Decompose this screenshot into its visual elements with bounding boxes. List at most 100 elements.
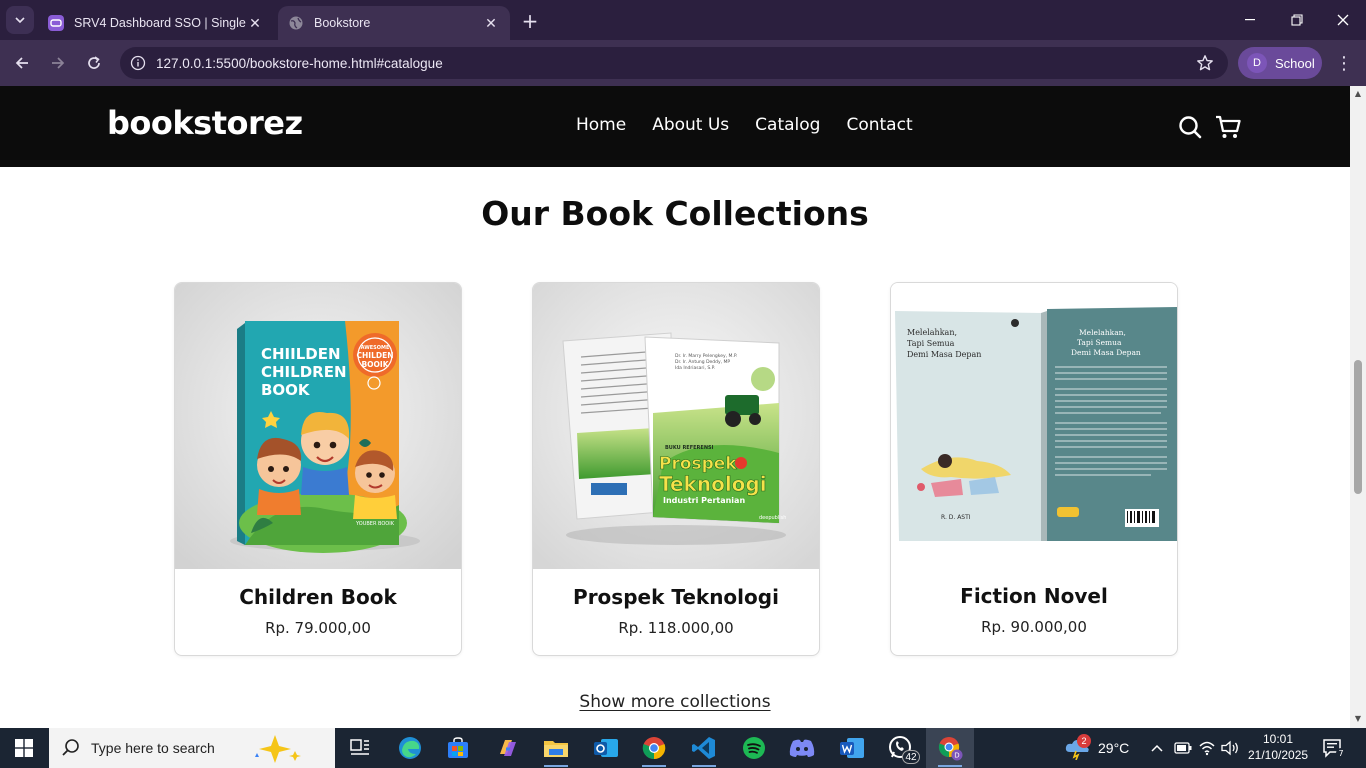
svg-text:Melelahkan,: Melelahkan, <box>1079 328 1126 337</box>
whatsapp-badge: 42 <box>902 750 920 764</box>
svg-text:Ida Indriasari, S.P.: Ida Indriasari, S.P. <box>675 365 715 371</box>
scroll-down-icon[interactable]: ▼ <box>1353 714 1363 724</box>
nav-contact[interactable]: Contact <box>846 115 912 135</box>
book-price: Rp. 79.000,00 <box>265 619 371 637</box>
svg-text:Melelahkan,: Melelahkan, <box>907 328 957 337</box>
tab-search-button[interactable] <box>6 6 34 34</box>
weather-temperature: 29°C <box>1098 740 1130 756</box>
weather-widget[interactable]: 2 29°C <box>1064 728 1129 768</box>
nav-catalog[interactable]: Catalog <box>755 115 820 135</box>
bookmark-star-icon[interactable] <box>1196 54 1214 76</box>
chevron-up-icon <box>1151 744 1163 752</box>
notifications-icon[interactable]: 7 <box>1322 728 1346 768</box>
tab-srv4-dashboard[interactable]: SRV4 Dashboard SSO | Single Si ✕ <box>38 6 274 40</box>
svg-text:Prospek: Prospek <box>659 454 737 474</box>
forward-button[interactable] <box>44 49 72 77</box>
copilot-sparkle-icon <box>254 735 301 763</box>
search-icon[interactable] <box>1177 114 1203 140</box>
book-cover-fiction-novel: Melelahkan, Tapi Semua Demi Masa Depan R… <box>891 283 1177 547</box>
show-hidden-icons[interactable] <box>1150 728 1164 768</box>
svg-text:YOUBER BOOIK: YOUBER BOOIK <box>355 521 395 527</box>
network-icon[interactable] <box>1198 728 1216 768</box>
svg-text:Tapi Semua: Tapi Semua <box>907 339 955 348</box>
start-button[interactable] <box>0 728 48 768</box>
svg-text:Industri Pertanian: Industri Pertanian <box>663 496 745 505</box>
svg-text:7: 7 <box>1338 749 1343 758</box>
profile-name: School <box>1275 55 1315 71</box>
site-logo[interactable]: bookstorez <box>107 104 303 142</box>
svg-text:BOOIK: BOOIK <box>361 360 389 369</box>
copilot-icon[interactable] <box>484 728 532 768</box>
scroll-up-icon[interactable]: ▲ <box>1353 89 1363 99</box>
tab-bookstore[interactable]: Bookstore ✕ <box>278 6 510 40</box>
chevron-down-icon <box>15 17 25 24</box>
page-scrollbar[interactable]: ▲ ▼ <box>1350 86 1366 728</box>
task-view-icon[interactable] <box>336 728 384 768</box>
svg-text:Tapi Semua: Tapi Semua <box>1077 338 1122 347</box>
file-explorer-icon[interactable] <box>532 728 580 768</box>
edge-icon[interactable] <box>386 728 434 768</box>
chrome-icon[interactable] <box>630 728 678 768</box>
discord-icon[interactable] <box>778 728 826 768</box>
arrow-left-icon <box>15 57 28 69</box>
taskbar-search-box[interactable]: Type here to search <box>49 728 335 768</box>
word-icon[interactable] <box>828 728 876 768</box>
microsoft-store-icon[interactable] <box>434 728 482 768</box>
spotify-icon[interactable] <box>730 728 778 768</box>
book-price: Rp. 90.000,00 <box>981 618 1087 636</box>
vscode-icon[interactable] <box>680 728 728 768</box>
new-tab-button[interactable]: + <box>518 9 542 33</box>
url-text: 127.0.0.1:5500/bookstore-home.html#catal… <box>156 55 443 71</box>
book-card-fiction-novel[interactable]: Melelahkan, Tapi Semua Demi Masa Depan R… <box>890 282 1178 656</box>
site-header: bookstorez Home About Us Catalog Contact <box>0 86 1350 167</box>
svg-text:CHIILDEN: CHIILDEN <box>261 345 341 363</box>
book-title: Fiction Novel <box>960 584 1108 608</box>
outlook-icon[interactable] <box>582 728 630 768</box>
weather-badge: 2 <box>1077 734 1091 748</box>
globe-icon <box>288 15 304 31</box>
book-title: Prospek Teknologi <box>573 585 779 609</box>
book-price: Rp. 118.000,00 <box>618 619 734 637</box>
collections-title: Our Book Collections <box>481 194 869 233</box>
profile-button[interactable]: D School <box>1238 47 1322 79</box>
minimize-icon[interactable] <box>1228 0 1274 40</box>
address-bar[interactable]: 127.0.0.1:5500/bookstore-home.html#catal… <box>120 47 1228 79</box>
svg-text:CHILDREN: CHILDREN <box>261 363 347 381</box>
tab-title: SRV4 Dashboard SSO | Single Si <box>74 16 246 30</box>
dashboard-favicon-icon <box>48 15 64 31</box>
system-clock[interactable]: 10:01 21/10/2025 <box>1248 731 1308 763</box>
page-viewport: bookstorez Home About Us Catalog Contact… <box>0 86 1350 728</box>
back-button[interactable] <box>8 49 36 77</box>
cart-icon[interactable] <box>1214 114 1241 140</box>
close-window-icon[interactable] <box>1320 0 1366 40</box>
show-more-link[interactable]: Show more collections <box>579 692 770 712</box>
windows-logo-icon <box>15 739 33 757</box>
close-tab-icon[interactable]: ✕ <box>246 14 264 32</box>
arrow-right-icon <box>52 57 65 69</box>
svg-text:R. D. ASTI: R. D. ASTI <box>941 514 971 521</box>
close-tab-icon[interactable]: ✕ <box>482 14 500 32</box>
chrome-profile-icon[interactable]: D <box>926 728 974 768</box>
scrollbar-thumb[interactable] <box>1354 360 1362 494</box>
book-title: Children Book <box>239 585 397 609</box>
search-icon <box>62 739 79 756</box>
volume-icon[interactable] <box>1220 728 1240 768</box>
book-cover-prospek-teknologi: Dr. Ir. Marry Pelengkey, M.P. Dr. Ir. An… <box>533 283 819 569</box>
browser-menu-icon[interactable]: ⋮ <box>1330 49 1358 77</box>
clock-date: 21/10/2025 <box>1248 748 1309 762</box>
show-more-section: Show more collections <box>0 692 1350 712</box>
restore-icon[interactable] <box>1274 0 1320 40</box>
search-placeholder: Type here to search <box>91 740 215 756</box>
svg-text:Demi Masa Depan: Demi Masa Depan <box>1071 348 1141 357</box>
battery-icon[interactable] <box>1174 728 1192 768</box>
book-card-prospek-teknologi[interactable]: Dr. Ir. Marry Pelengkey, M.P. Dr. Ir. An… <box>532 282 820 656</box>
book-card-children[interactable]: AWESOME CHILDEN BOOIK CHIILDEN CHILDREN … <box>174 282 462 656</box>
whatsapp-icon[interactable]: 42 <box>876 728 924 768</box>
nav-about-us[interactable]: About Us <box>652 115 729 135</box>
site-info-icon[interactable] <box>120 55 156 71</box>
svg-text:Teknologi: Teknologi <box>659 472 767 496</box>
reload-button[interactable] <box>80 49 108 77</box>
main-nav: Home About Us Catalog Contact <box>576 115 913 135</box>
svg-text:BOOK: BOOK <box>261 381 311 399</box>
nav-home[interactable]: Home <box>576 115 626 135</box>
